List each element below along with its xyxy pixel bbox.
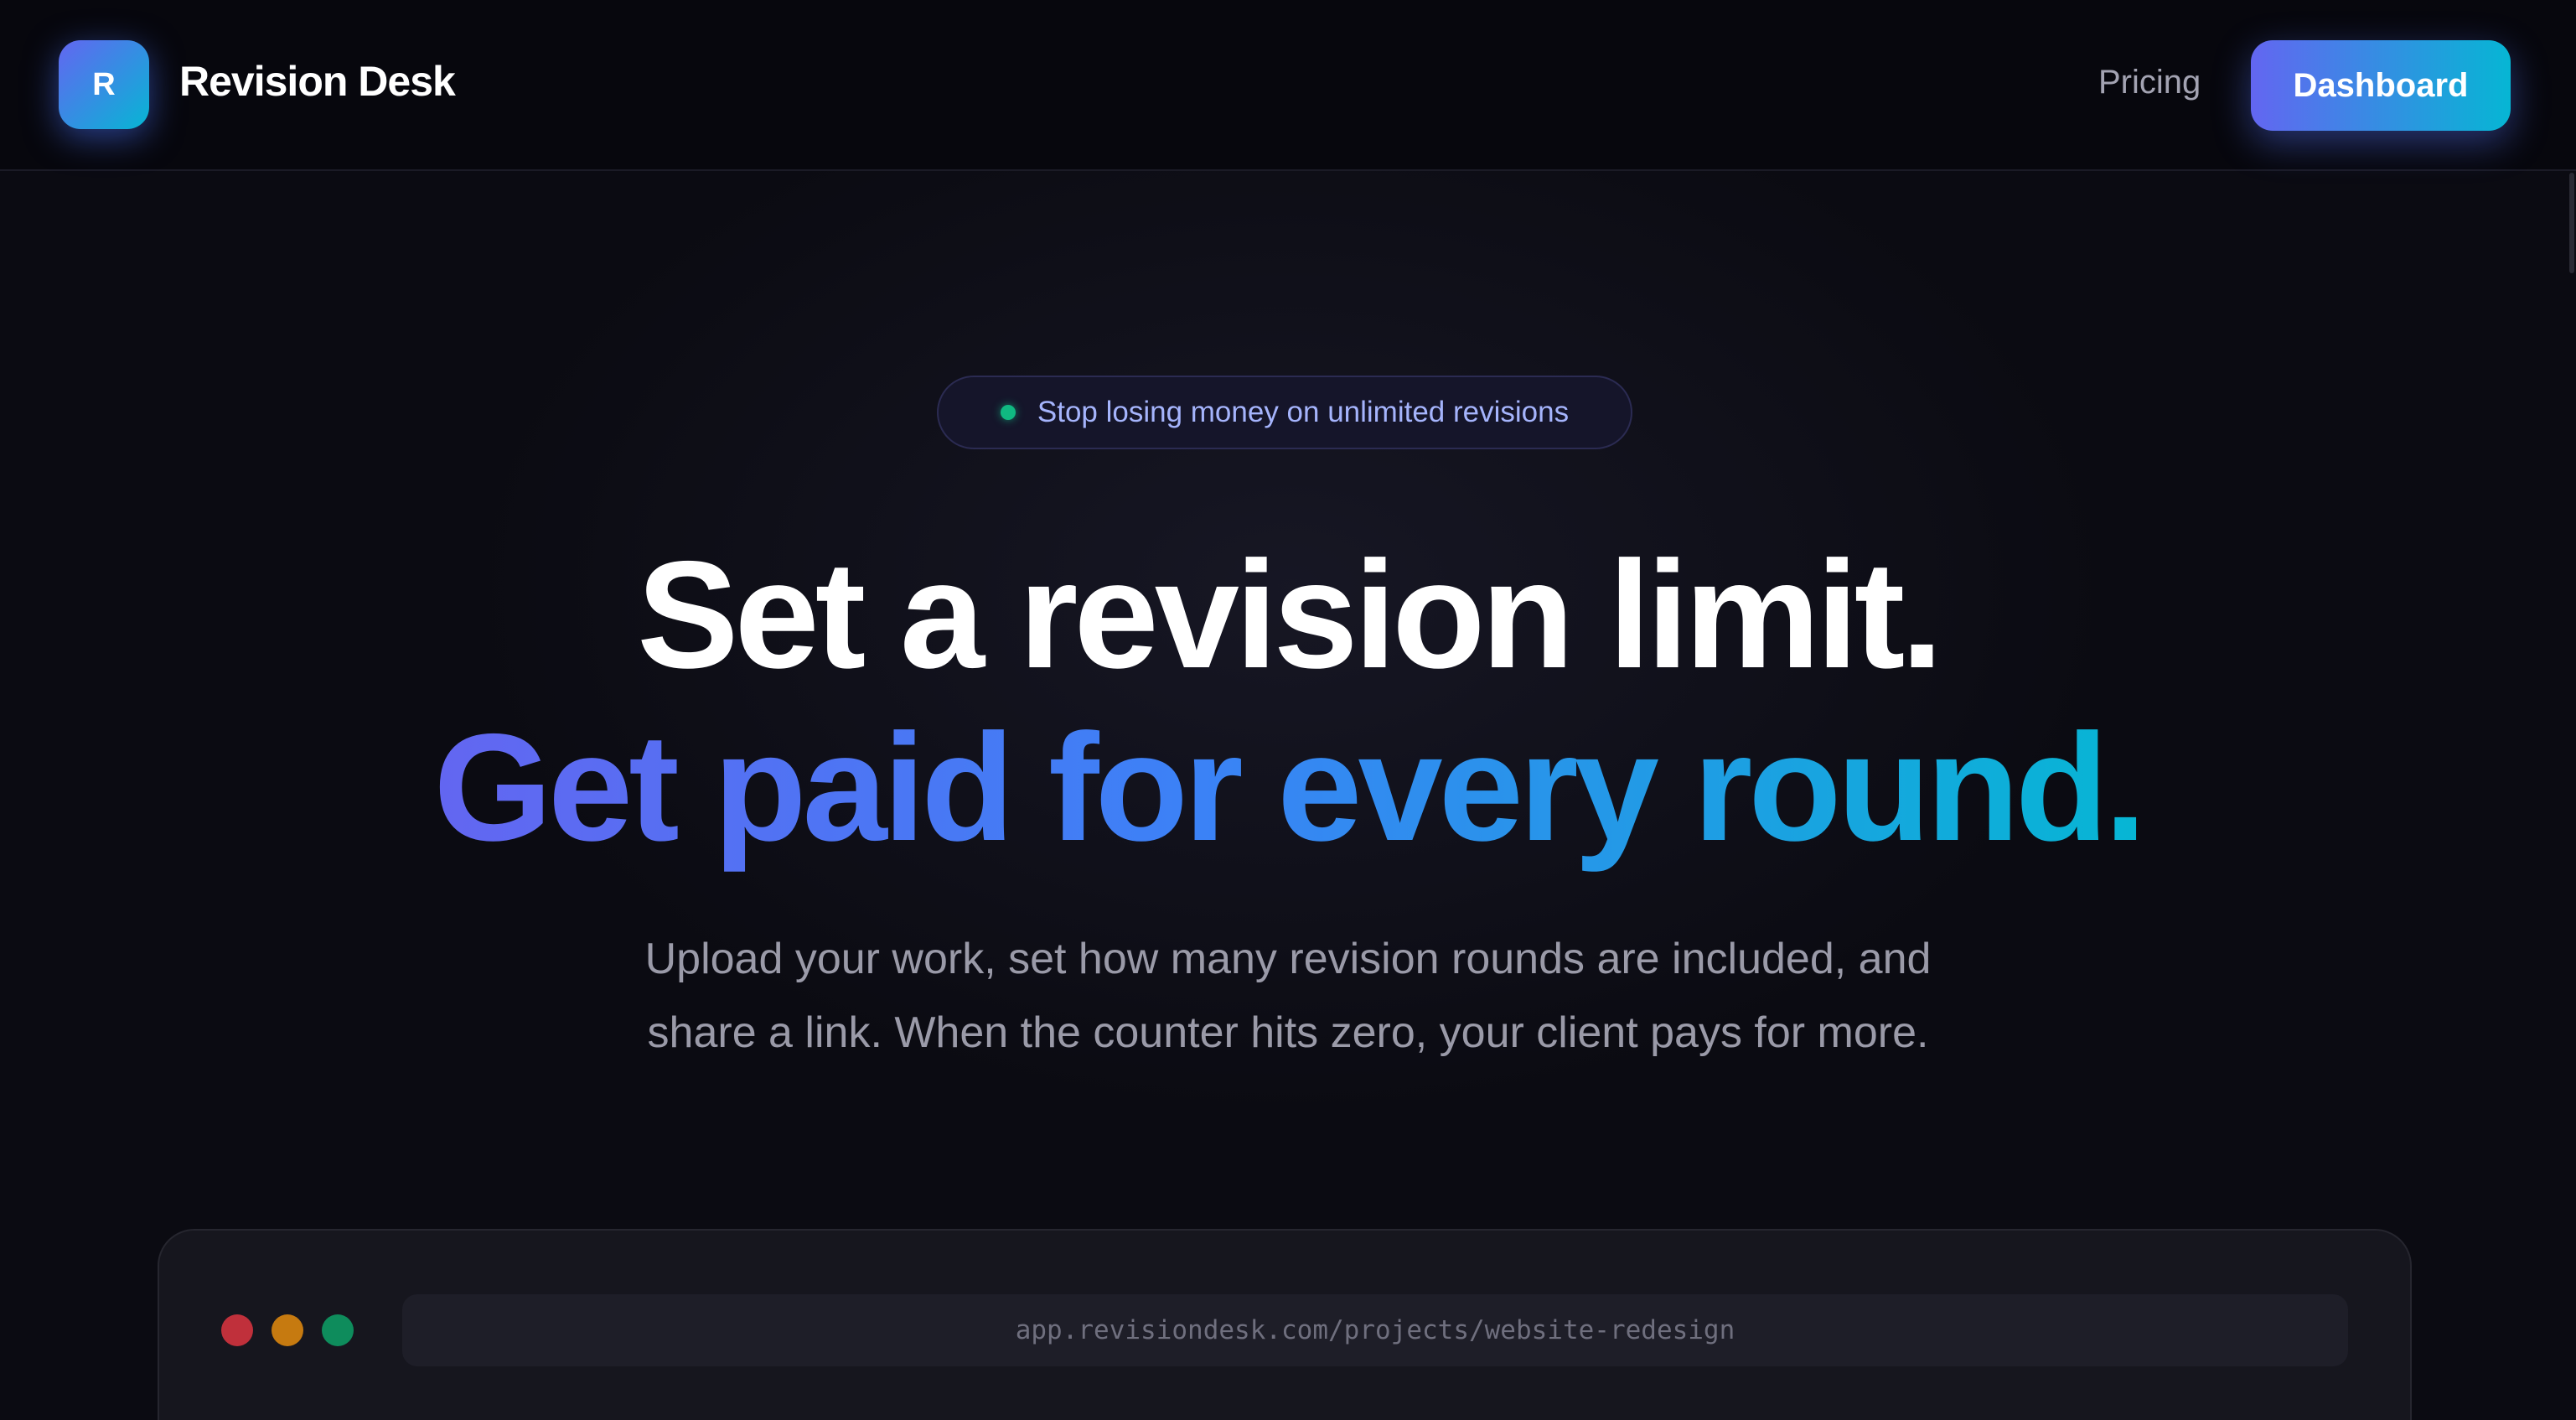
badge-text: Stop losing money on unlimited revisions xyxy=(1037,396,1570,428)
subtext-line-2: share a link. When the counter hits zero… xyxy=(647,1008,1929,1057)
window-maximize-dot-icon xyxy=(322,1314,354,1346)
landing-page: R Revision Desk Pricing Dashboard Stop l… xyxy=(0,0,2576,1420)
pricing-link[interactable]: Pricing xyxy=(2098,64,2201,101)
logo-icon[interactable]: R xyxy=(59,40,149,129)
preview-url-bar: app.revisiondesk.com/projects/website-re… xyxy=(402,1294,2348,1366)
announcement-badge: Stop losing money on unlimited revisions xyxy=(937,376,1632,449)
headline-line-1: Set a revision limit. xyxy=(637,529,1943,700)
subtext-line-1: Upload your work, set how many revision … xyxy=(644,935,1932,983)
headline-line-2: Get paid for every round. xyxy=(0,711,2576,863)
app-preview-window: app.revisiondesk.com/projects/website-re… xyxy=(158,1229,2412,1420)
window-minimize-dot-icon xyxy=(272,1314,303,1346)
top-navbar: R Revision Desk Pricing Dashboard xyxy=(0,0,2576,171)
status-dot-icon xyxy=(1000,405,1016,420)
brand-name[interactable]: Revision Desk xyxy=(179,57,456,106)
dashboard-button[interactable]: Dashboard xyxy=(2251,40,2511,131)
headline-gradient-text: Get paid for every round. xyxy=(433,702,2146,873)
window-close-dot-icon xyxy=(221,1314,253,1346)
page-scrollbar[interactable] xyxy=(2569,173,2574,273)
